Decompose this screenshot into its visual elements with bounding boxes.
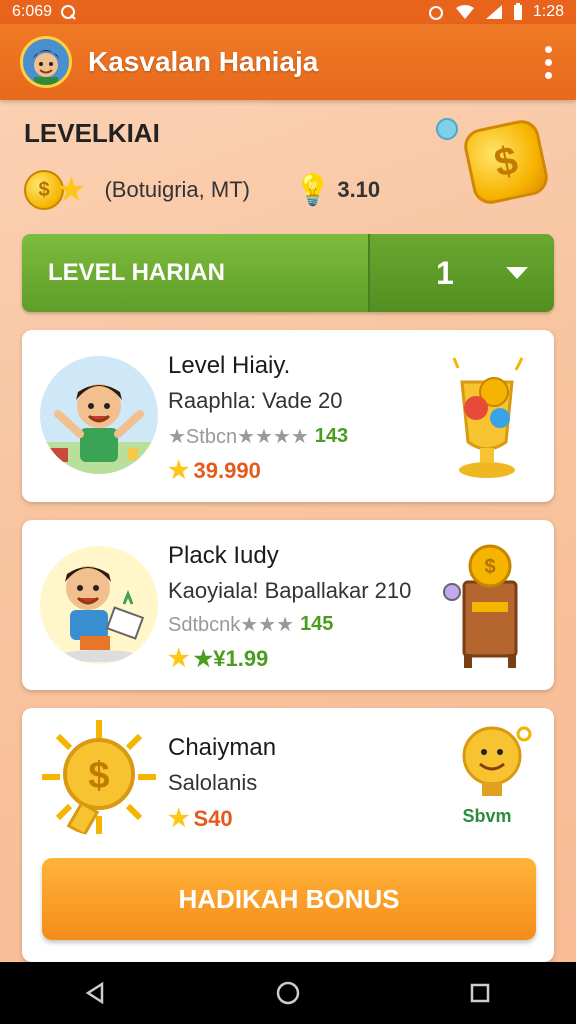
gem-icon bbox=[436, 118, 458, 140]
card-price: ★ ★¥1.99 bbox=[168, 644, 268, 673]
card-rating: ★Stbcn★★★★ 143 bbox=[168, 424, 348, 449]
big-coin-icon: $ bbox=[460, 116, 552, 208]
card-rating-text: Sdtbcnk★★★ bbox=[168, 614, 295, 636]
star-icon: ★ bbox=[168, 457, 190, 484]
card-subtitle: Kaoyiala! Bapallakar 210 bbox=[168, 578, 412, 603]
card-subtitle: Salolanis bbox=[168, 770, 258, 795]
star-icon: ★ bbox=[168, 805, 190, 832]
card-rating: Sdtbcnk★★★ 145 bbox=[168, 612, 333, 637]
level-meta: (Botuigria, MT) bbox=[104, 177, 250, 202]
boy-reading-icon bbox=[59, 566, 145, 662]
level-selector-value: 1 bbox=[436, 254, 454, 291]
reward-label: Sbvm bbox=[462, 806, 512, 826]
level-selector[interactable]: LEVEL HARIAN 1 bbox=[22, 234, 554, 312]
card-rating-score: 145 bbox=[300, 613, 334, 635]
status-left-text: 6:069 bbox=[12, 3, 53, 20]
alarm-icon bbox=[428, 6, 443, 20]
app-avatar[interactable] bbox=[20, 36, 72, 88]
app-title: Kasvalan Haniaja bbox=[88, 46, 319, 77]
svg-text:$: $ bbox=[88, 755, 109, 797]
status-time: 1:28 bbox=[532, 3, 564, 20]
wifi-icon bbox=[455, 5, 474, 19]
svg-text:$: $ bbox=[484, 556, 495, 578]
bulb-icon: 💡 bbox=[293, 173, 332, 207]
status-bar: 6:069 1:28 bbox=[0, 0, 576, 24]
card-avatar: $ bbox=[40, 718, 158, 836]
level-points: 3.10 bbox=[337, 177, 381, 202]
card-rating-score: 143 bbox=[314, 425, 349, 447]
level-summary: LEVELKIAI $ ★ (Botuigria, MT) 💡 3.10 $ bbox=[24, 116, 554, 218]
recents-icon[interactable] bbox=[460, 973, 500, 1013]
card-title: Level Hiaiy. bbox=[168, 352, 291, 379]
treasure-chair-icon: $ bbox=[442, 542, 532, 668]
app-bar: Kasvalan Haniaja bbox=[0, 24, 576, 100]
card-title: Plack Iudy bbox=[168, 542, 279, 569]
back-icon[interactable] bbox=[76, 973, 116, 1013]
avatar-boy-icon bbox=[33, 50, 59, 85]
card-rating-text: ★Stbcn★★★★ bbox=[168, 426, 309, 448]
notification-icon bbox=[61, 5, 76, 20]
card-price: ★ S40 bbox=[168, 804, 233, 833]
level-card-1[interactable]: Level Hiaiy. Raaphla: Vade 20 ★Stbcn★★★★… bbox=[22, 330, 554, 502]
sun-coin-icon: $ bbox=[42, 720, 156, 836]
trophy-icon bbox=[442, 352, 532, 478]
star-icon: ★ bbox=[168, 645, 190, 672]
smiling-bulb-icon: Sbvm bbox=[442, 724, 532, 834]
level-card-2[interactable]: Plack Iudy Kaoyiala! Bapallakar 210 Sdtb… bbox=[22, 520, 554, 690]
menu-dots-icon[interactable] bbox=[545, 46, 552, 79]
level-info: $ ★ (Botuigria, MT) 💡 3.10 bbox=[24, 170, 380, 210]
bonus-button[interactable]: HADIKAH BONUS bbox=[42, 858, 536, 940]
chevron-down-icon bbox=[505, 267, 528, 279]
level-card-3[interactable]: $ Chaiyman Salolanis ★ S40 Sbvm HADIKAH … bbox=[22, 708, 554, 962]
card-price-value: 39.990 bbox=[193, 457, 261, 483]
star-icon: ★ bbox=[56, 171, 87, 209]
card-price: ★ 39.990 bbox=[168, 456, 261, 485]
home-icon[interactable] bbox=[268, 973, 308, 1013]
battery-icon bbox=[513, 3, 522, 20]
boy-waving-icon bbox=[40, 384, 158, 474]
card-avatar bbox=[40, 356, 158, 474]
card-price-value: ★¥1.99 bbox=[193, 645, 269, 671]
card-price-value: S40 bbox=[193, 805, 233, 831]
system-nav-bar bbox=[0, 962, 576, 1024]
level-selector-label: LEVEL HARIAN bbox=[22, 234, 368, 312]
card-avatar bbox=[40, 546, 158, 664]
signal-icon bbox=[485, 5, 502, 19]
card-subtitle: Raaphla: Vade 20 bbox=[168, 388, 343, 413]
level-selector-dropdown[interactable]: 1 bbox=[368, 234, 554, 312]
card-title: Chaiyman bbox=[168, 734, 277, 761]
